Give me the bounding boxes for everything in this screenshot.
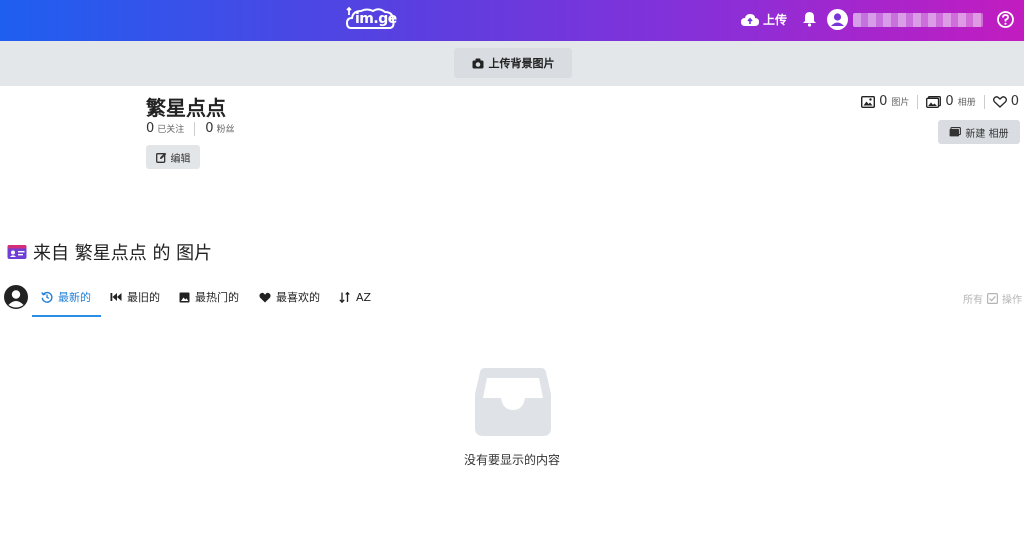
images-label: 图片	[891, 98, 910, 108]
follow-stats: 0 已关注 0 粉丝	[146, 121, 235, 136]
tab-popular[interactable]: 最热门的	[179, 286, 239, 308]
camera-icon	[472, 58, 483, 68]
divider	[983, 94, 985, 109]
albums-icon	[950, 127, 962, 137]
section-title: 来自 繁星点点 的 图片	[33, 243, 213, 264]
user-avatar-icon[interactable]	[827, 9, 848, 30]
likes-count: 0	[1010, 94, 1019, 109]
heart-icon	[259, 292, 271, 302]
sort-icon	[339, 291, 350, 303]
followers-count[interactable]: 0	[205, 121, 213, 136]
sort-tabs: 最新的 最旧的 最热门的 最喜欢的 AZ 所有 操作	[0, 282, 1024, 318]
tab-oldest[interactable]: 最旧的	[110, 286, 160, 308]
tab-label: AZ	[356, 290, 372, 304]
tab-label: 最热门的	[195, 291, 239, 304]
followers-label[interactable]: 粉丝	[217, 122, 235, 135]
following-label[interactable]: 已关注	[157, 122, 184, 135]
username[interactable]	[853, 13, 983, 27]
active-tab-indicator	[32, 315, 101, 317]
top-navbar: im.ge 上传	[0, 0, 1024, 41]
albums-stat[interactable]: 0 相册	[926, 94, 976, 109]
images-count: 0	[879, 94, 888, 109]
upload-cover-label: 上传背景图片	[488, 57, 555, 70]
site-logo[interactable]: im.ge	[345, 6, 397, 34]
inbox-icon	[475, 368, 551, 436]
new-album-label: 新建 相册	[965, 128, 1009, 140]
actions-label[interactable]: 操作	[1002, 291, 1022, 306]
list-tools: 所有 操作	[963, 291, 1022, 306]
bell-icon[interactable]	[802, 11, 817, 27]
cover-bar: 上传背景图片	[0, 41, 1024, 86]
history-icon	[41, 291, 53, 303]
heart-outline-icon	[992, 95, 1007, 108]
albums-icon	[926, 95, 942, 108]
tab-newest[interactable]: 最新的	[41, 286, 91, 308]
tab-label: 最新的	[58, 291, 91, 304]
upload-button[interactable]: 上传	[741, 11, 787, 28]
user-avatar-icon[interactable]	[4, 285, 28, 309]
divider	[917, 94, 919, 109]
upload-label: 上传	[763, 13, 788, 27]
tab-az[interactable]: AZ	[339, 286, 371, 308]
profile-name: 繁星点点	[146, 96, 226, 120]
edit-profile-button[interactable]: 编辑	[146, 145, 200, 169]
edit-icon	[155, 152, 166, 163]
new-album-button[interactable]: 新建 相册	[938, 120, 1020, 144]
empty-message: 没有要显示的内容	[463, 453, 560, 467]
section-heading: 来自 繁星点点 的 图片	[7, 239, 212, 265]
checkbox-icon[interactable]	[987, 293, 998, 304]
content-stats: 0 图片 0 相册 0	[861, 94, 1019, 109]
id-card-icon	[7, 245, 27, 259]
edit-label: 编辑	[170, 153, 191, 165]
following-count[interactable]: 0	[146, 121, 154, 136]
tab-favorites[interactable]: 最喜欢的	[259, 286, 320, 308]
tab-label: 最旧的	[127, 291, 160, 304]
help-icon[interactable]	[997, 11, 1014, 28]
albums-count: 0	[945, 94, 954, 109]
image-icon	[179, 292, 190, 302]
divider	[194, 121, 196, 136]
likes-stat[interactable]: 0	[992, 94, 1019, 109]
select-all-label[interactable]: 所有	[963, 291, 983, 306]
backward-icon	[110, 293, 122, 301]
images-stat[interactable]: 0 图片	[861, 94, 909, 109]
upload-cover-button[interactable]: 上传背景图片	[454, 48, 572, 78]
tab-label: 最喜欢的	[276, 291, 320, 304]
logo-text: im.ge	[355, 11, 397, 27]
albums-label: 相册	[957, 98, 976, 108]
image-icon	[861, 95, 876, 108]
cloud-upload-icon	[741, 13, 759, 26]
